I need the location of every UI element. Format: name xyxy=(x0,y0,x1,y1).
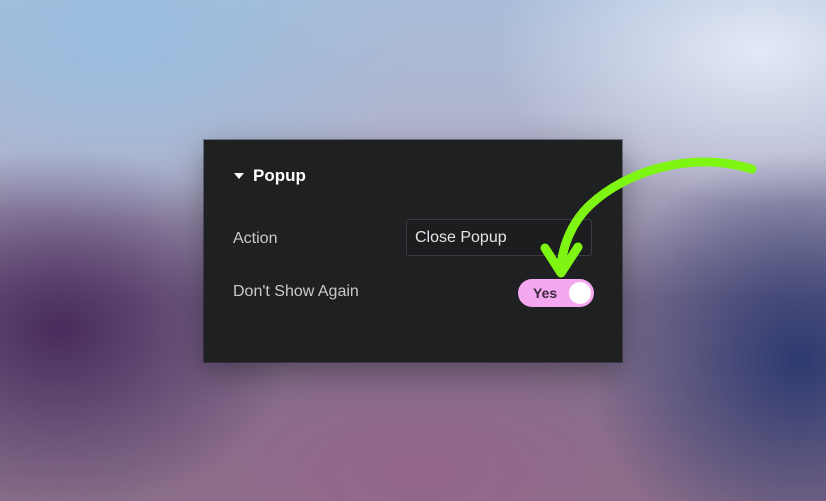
action-label: Action xyxy=(233,230,278,247)
dont-show-again-toggle[interactable]: Yes xyxy=(518,279,594,307)
popup-settings-panel: Popup Action Close Popup Don't Show Agai… xyxy=(204,140,622,362)
toggle-knob xyxy=(569,282,591,304)
toggle-state-text: Yes xyxy=(533,285,558,301)
caret-down-icon xyxy=(234,173,244,179)
popup-section-toggle[interactable]: Popup xyxy=(234,166,306,186)
action-select-value: Close Popup xyxy=(415,228,507,246)
action-select[interactable]: Close Popup xyxy=(406,219,592,256)
section-title: Popup xyxy=(253,166,306,185)
dont-show-again-label: Don't Show Again xyxy=(233,283,359,300)
